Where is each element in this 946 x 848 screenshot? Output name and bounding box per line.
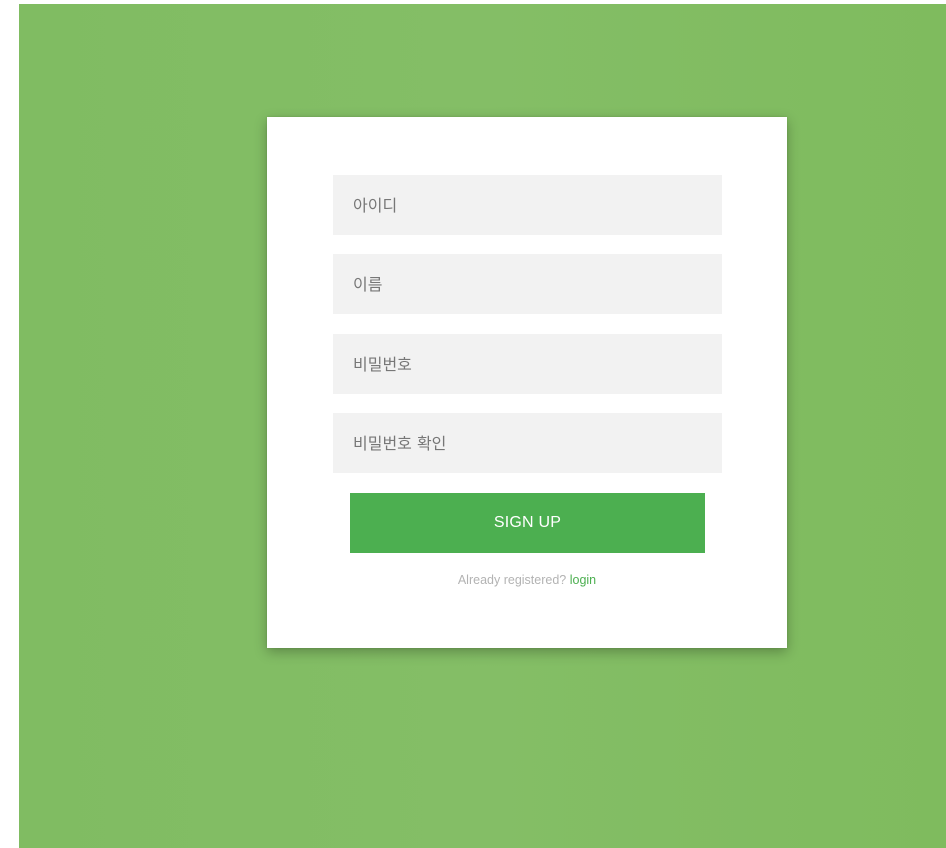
password-confirm-input[interactable] bbox=[333, 413, 722, 473]
password-input[interactable] bbox=[333, 334, 722, 394]
signup-button[interactable]: SIGN UP bbox=[350, 493, 705, 553]
login-prompt-text: Already registered? bbox=[457, 573, 570, 587]
username-input[interactable] bbox=[333, 175, 722, 235]
login-prompt: Already registered? login bbox=[267, 573, 787, 587]
login-link[interactable]: login bbox=[570, 573, 596, 587]
page-background: SIGN UP Already registered? login bbox=[19, 4, 946, 848]
signup-card: SIGN UP Already registered? login bbox=[267, 117, 787, 648]
name-input[interactable] bbox=[333, 254, 722, 314]
